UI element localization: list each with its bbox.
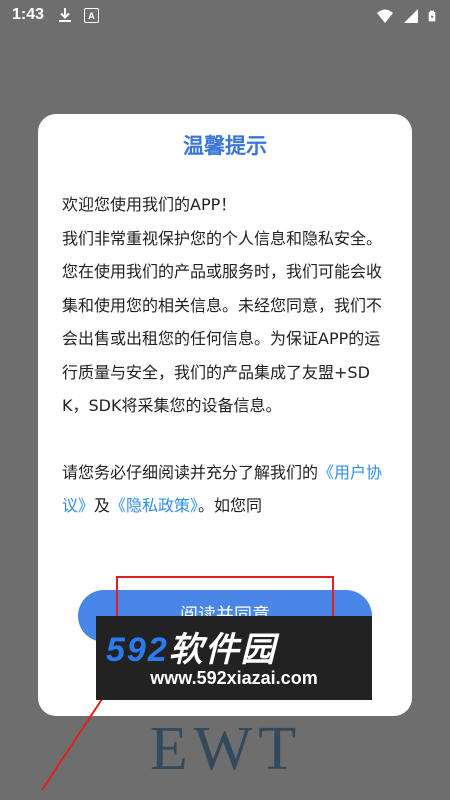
status-system-icons: [376, 7, 440, 25]
signal-icon: [404, 9, 418, 23]
dialog-body: 欢迎您使用我们的APP！ 我们非常重视保护您的个人信息和隐私安全。您在使用我们的…: [62, 188, 394, 523]
privacy-statement: 我们非常重视保护您的个人信息和隐私安全。您在使用我们的产品或服务时，我们可能会收…: [62, 228, 383, 416]
battery-icon: [428, 10, 436, 22]
dialog-title: 温馨提示: [183, 134, 267, 158]
agreement-notice: 请您务必仔细阅读并充分了解我们的《用户协议》及《隐私政策》。如您同: [62, 456, 394, 523]
background-logo: EWT: [149, 715, 303, 783]
watermark-logo: 592软件园: [106, 622, 277, 671]
notice-conj: 及: [94, 496, 111, 515]
status-bar: 1:43 A: [0, 0, 450, 32]
privacy-policy-link[interactable]: 《隐私政策》: [110, 496, 198, 515]
watermark-url: www.592xiazai.com: [150, 668, 318, 688]
watermark: 592软件园 www.592xiazai.com: [96, 616, 372, 700]
a-icon: A: [84, 8, 99, 23]
welcome-text: 欢迎您使用我们的APP！: [62, 195, 237, 214]
status-time: 1:43: [12, 6, 45, 23]
watermark-number: 592: [106, 631, 169, 669]
watermark-name: 软件园: [168, 630, 277, 670]
wifi-icon: [377, 9, 393, 23]
status-notification-icons: A: [56, 6, 99, 24]
download-icon: [59, 8, 71, 22]
notice-prefix: 请您务必仔细阅读并充分了解我们的: [62, 462, 319, 482]
notice-suffix: 。如您同: [198, 496, 263, 515]
